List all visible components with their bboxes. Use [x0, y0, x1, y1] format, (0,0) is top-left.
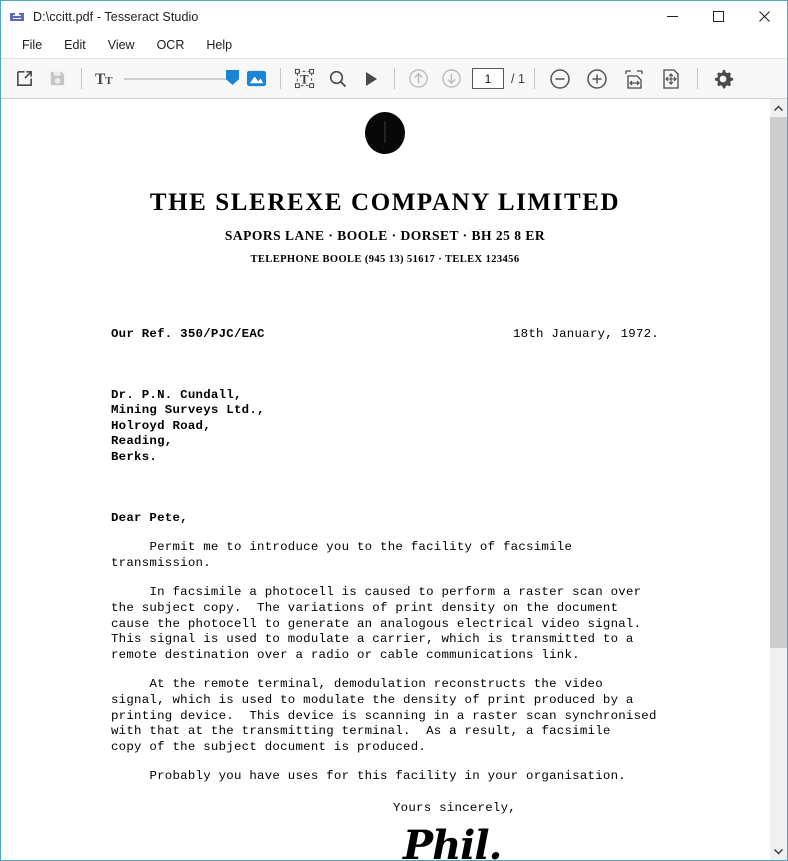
svg-text:T: T	[105, 75, 113, 87]
scroll-down-arrow-icon[interactable]	[770, 842, 787, 860]
maximize-button[interactable]	[695, 1, 741, 32]
letter-paragraph-1: Permit me to introduce you to the facili…	[111, 540, 573, 570]
company-address: SAPORS LANE · BOOLE · DORSET · BH 25 8 E…	[224, 228, 546, 243]
zoom-out-circle-icon[interactable]	[542, 62, 579, 95]
menu-item-ocr[interactable]: OCR	[146, 35, 196, 55]
company-telephone: TELEPHONE BOOLE (945 13) 51617 · TELEX 1…	[250, 254, 520, 265]
signature: Phil.	[403, 822, 502, 860]
page-total-label: / 1	[511, 71, 525, 86]
slerexe-round-logo	[365, 112, 405, 154]
menu-item-view[interactable]: View	[97, 35, 146, 55]
toolbar-divider-3	[394, 68, 395, 89]
open-external-icon[interactable]	[8, 62, 41, 95]
fit-width-icon[interactable]	[616, 62, 653, 95]
letter-paragraph-4: Probably you have uses for this facility…	[111, 769, 626, 784]
svg-text:T: T	[300, 72, 309, 86]
toolbar: T T T 1 / 1	[1, 58, 787, 99]
gear-icon[interactable]	[705, 62, 742, 95]
search-magnifier-icon[interactable]	[321, 62, 354, 95]
scrollbar-thumb[interactable]	[770, 117, 787, 648]
toolbar-divider	[81, 68, 82, 89]
toolbar-divider-4	[533, 68, 535, 89]
application-window: D:\ccitt.pdf - Tesseract Studio File Edi…	[0, 0, 788, 861]
zoom-in-circle-icon[interactable]	[579, 62, 616, 95]
fit-page-icon[interactable]	[653, 62, 690, 95]
vertical-scrollbar[interactable]	[769, 99, 787, 860]
page-number-input[interactable]	[472, 68, 504, 89]
minimize-button[interactable]	[649, 1, 695, 32]
text-size-slider[interactable]	[124, 62, 239, 95]
letter-reference: Our Ref. 350/PJC/EAC	[111, 327, 265, 341]
company-name: THE SLEREXE COMPANY LIMITED	[149, 189, 621, 216]
reference-row: Our Ref. 350/PJC/EAC 18th January, 1972.	[111, 327, 659, 343]
menu-item-file[interactable]: File	[11, 35, 53, 55]
slider-track	[124, 78, 236, 80]
scanned-document: THE SLEREXE COMPANY LIMITED SAPORS LANE …	[1, 99, 769, 860]
text-size-icon[interactable]: T T	[89, 62, 122, 95]
letter-paragraph-2: In facsimile a photocell is caused to pe…	[111, 585, 642, 662]
letter-paragraph-3: At the remote terminal, demodulation rec…	[111, 677, 657, 754]
window-controls	[649, 1, 787, 32]
save-disk-icon[interactable]	[41, 62, 74, 95]
letter-body: Our Ref. 350/PJC/EAC 18th January, 1972.…	[1, 327, 769, 860]
arrow-down-circle-icon[interactable]	[435, 62, 468, 95]
letter-closing: Yours sincerely,	[393, 800, 516, 815]
letter-salutation: Dear Pete,	[111, 510, 188, 525]
tesseract-logo-icon	[9, 9, 25, 25]
select-text-region-icon[interactable]: T	[288, 62, 321, 95]
image-picture-icon[interactable]	[240, 62, 273, 95]
scroll-up-arrow-icon[interactable]	[770, 99, 787, 117]
slider-handle[interactable]	[226, 70, 239, 85]
menu-item-edit[interactable]: Edit	[53, 35, 97, 55]
menu-item-help[interactable]: Help	[195, 35, 243, 55]
document-viewer: THE SLEREXE COMPANY LIMITED SAPORS LANE …	[1, 99, 787, 860]
toolbar-divider-2	[280, 68, 281, 89]
letter-date: 18th January, 1972.	[512, 327, 659, 341]
scrollbar-track[interactable]	[770, 117, 787, 842]
recipient-address: Dr. P.N. Cundall, Mining Surveys Ltd., H…	[111, 387, 265, 464]
menu-bar: File Edit View OCR Help	[1, 32, 787, 58]
close-button[interactable]	[741, 1, 787, 32]
title-bar: D:\ccitt.pdf - Tesseract Studio	[1, 1, 787, 32]
run-play-icon[interactable]	[354, 62, 387, 95]
page-canvas[interactable]: THE SLEREXE COMPANY LIMITED SAPORS LANE …	[1, 99, 769, 860]
arrow-up-circle-icon[interactable]	[402, 62, 435, 95]
toolbar-divider-5	[696, 68, 698, 89]
window-title: D:\ccitt.pdf - Tesseract Studio	[33, 9, 199, 24]
